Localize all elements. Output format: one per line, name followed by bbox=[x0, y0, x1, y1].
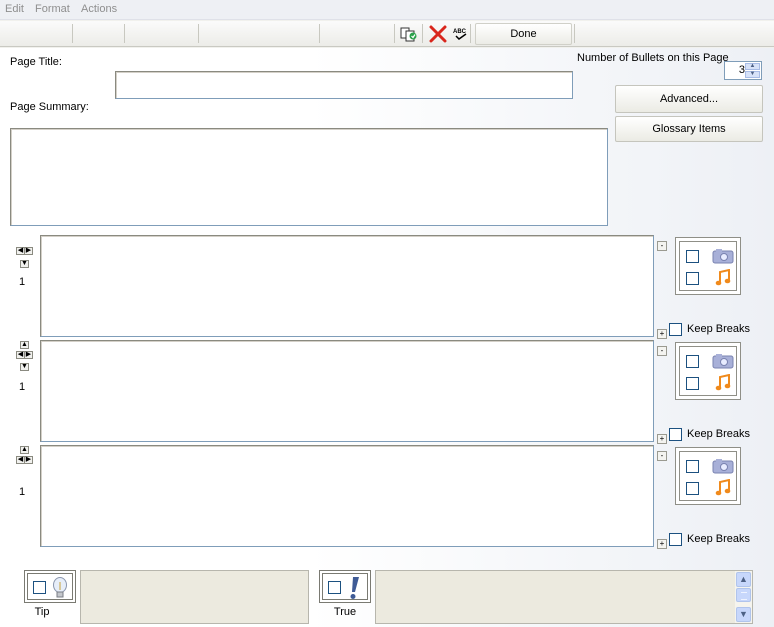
bullets-count-value: 3 bbox=[738, 64, 745, 76]
music-note-icon bbox=[715, 479, 731, 496]
toolbar: ABC Done bbox=[0, 21, 774, 47]
move-right-icon[interactable]: ▶ bbox=[24, 456, 33, 464]
menu-format[interactable]: Format bbox=[35, 3, 70, 15]
keep-breaks-checkbox[interactable] bbox=[669, 323, 682, 336]
audio-checkbox[interactable] bbox=[686, 482, 699, 495]
true-button-frame bbox=[322, 573, 368, 600]
media-options bbox=[675, 447, 741, 505]
tip-toggle-button[interactable] bbox=[24, 570, 76, 603]
bullet-number: 1 bbox=[19, 486, 26, 498]
glossary-items-button[interactable]: Glossary Items bbox=[615, 116, 763, 142]
spell-check-icon[interactable]: ABC bbox=[452, 25, 470, 43]
toolbar-separator bbox=[72, 24, 73, 43]
bullets-count-stepper[interactable]: 3 ▲ ▼ bbox=[724, 61, 762, 80]
bullet-number: 1 bbox=[19, 276, 26, 288]
video-checkbox[interactable] bbox=[686, 460, 699, 473]
lightbulb-icon bbox=[53, 577, 67, 598]
toolbar-separator bbox=[422, 24, 423, 43]
bullet-textarea[interactable] bbox=[40, 340, 654, 442]
toolbar-separator bbox=[470, 24, 471, 43]
true-toggle-button[interactable] bbox=[319, 570, 371, 603]
music-note-icon bbox=[715, 374, 731, 391]
media-options-frame bbox=[679, 451, 737, 501]
move-down-icon[interactable]: ▼ bbox=[20, 260, 29, 268]
keep-breaks-checkbox[interactable] bbox=[669, 533, 682, 546]
advanced-button[interactable]: Advanced... bbox=[615, 85, 763, 113]
collapse-button[interactable]: - bbox=[657, 346, 667, 356]
page-summary-textarea[interactable] bbox=[10, 128, 608, 226]
move-up-icon[interactable]: ▲ bbox=[20, 341, 29, 349]
tip-button-frame bbox=[27, 573, 73, 600]
toolbar-separator bbox=[574, 24, 575, 43]
true-text-panel[interactable]: ▲ ▼ bbox=[375, 570, 753, 624]
move-up-icon[interactable]: ▲ bbox=[20, 446, 29, 454]
video-camera-icon bbox=[712, 249, 734, 264]
collapse-button[interactable]: - bbox=[657, 451, 667, 461]
page-title-label: Page Title: bbox=[10, 56, 62, 68]
media-options-frame bbox=[679, 241, 737, 291]
toolbar-separator bbox=[319, 24, 320, 43]
scroll-up-icon[interactable]: ▲ bbox=[736, 572, 751, 587]
video-checkbox[interactable] bbox=[686, 355, 699, 368]
delete-x-icon[interactable] bbox=[429, 25, 447, 43]
video-camera-icon bbox=[712, 459, 734, 474]
media-options bbox=[675, 237, 741, 295]
expand-button[interactable]: + bbox=[657, 539, 667, 549]
tip-text-panel[interactable] bbox=[80, 570, 309, 624]
keep-breaks-label: Keep Breaks bbox=[687, 533, 750, 545]
tip-checkbox[interactable] bbox=[33, 581, 46, 594]
toolbar-separator bbox=[124, 24, 125, 43]
audio-checkbox[interactable] bbox=[686, 377, 699, 390]
toolbar-separator bbox=[198, 24, 199, 43]
menu-edit[interactable]: Edit bbox=[5, 3, 24, 15]
stepper-buttons: ▲ ▼ bbox=[745, 63, 760, 78]
music-note-icon bbox=[715, 269, 731, 286]
video-checkbox[interactable] bbox=[686, 250, 699, 263]
move-right-icon[interactable]: ▶ bbox=[24, 351, 33, 359]
copy-page-icon[interactable] bbox=[400, 25, 418, 43]
scroll-thumb[interactable] bbox=[736, 588, 751, 602]
audio-checkbox[interactable] bbox=[686, 272, 699, 285]
toolbar-separator bbox=[394, 24, 395, 43]
done-button[interactable]: Done bbox=[475, 23, 572, 45]
move-down-icon[interactable]: ▼ bbox=[20, 363, 29, 371]
media-options bbox=[675, 342, 741, 400]
bullet-textarea[interactable] bbox=[40, 235, 654, 337]
move-right-icon[interactable]: ▶ bbox=[24, 247, 33, 255]
menu-actions[interactable]: Actions bbox=[81, 3, 117, 15]
keep-breaks-label: Keep Breaks bbox=[687, 428, 750, 440]
stepper-down-button[interactable]: ▼ bbox=[745, 71, 760, 78]
menu-bar: Edit Format Actions bbox=[0, 0, 774, 20]
true-label: True bbox=[333, 606, 357, 618]
keep-breaks-label: Keep Breaks bbox=[687, 323, 750, 335]
media-options-frame bbox=[679, 346, 737, 396]
expand-button[interactable]: + bbox=[657, 329, 667, 339]
keep-breaks-checkbox[interactable] bbox=[669, 428, 682, 441]
video-camera-icon bbox=[712, 354, 734, 369]
true-panel-scrollbar[interactable]: ▲ ▼ bbox=[735, 571, 752, 623]
bullet-number: 1 bbox=[19, 381, 26, 393]
stepper-up-button[interactable]: ▲ bbox=[745, 63, 760, 70]
bullets-count-label: Number of Bullets on this Page bbox=[577, 52, 729, 64]
scroll-down-icon[interactable]: ▼ bbox=[736, 607, 751, 622]
expand-button[interactable]: + bbox=[657, 434, 667, 444]
page-title-input[interactable] bbox=[115, 71, 573, 99]
exclamation-icon bbox=[350, 577, 359, 599]
bullet-textarea[interactable] bbox=[40, 445, 654, 547]
page-summary-label: Page Summary: bbox=[10, 101, 89, 113]
true-checkbox[interactable] bbox=[328, 581, 341, 594]
collapse-button[interactable]: - bbox=[657, 241, 667, 251]
tip-label: Tip bbox=[34, 606, 50, 618]
